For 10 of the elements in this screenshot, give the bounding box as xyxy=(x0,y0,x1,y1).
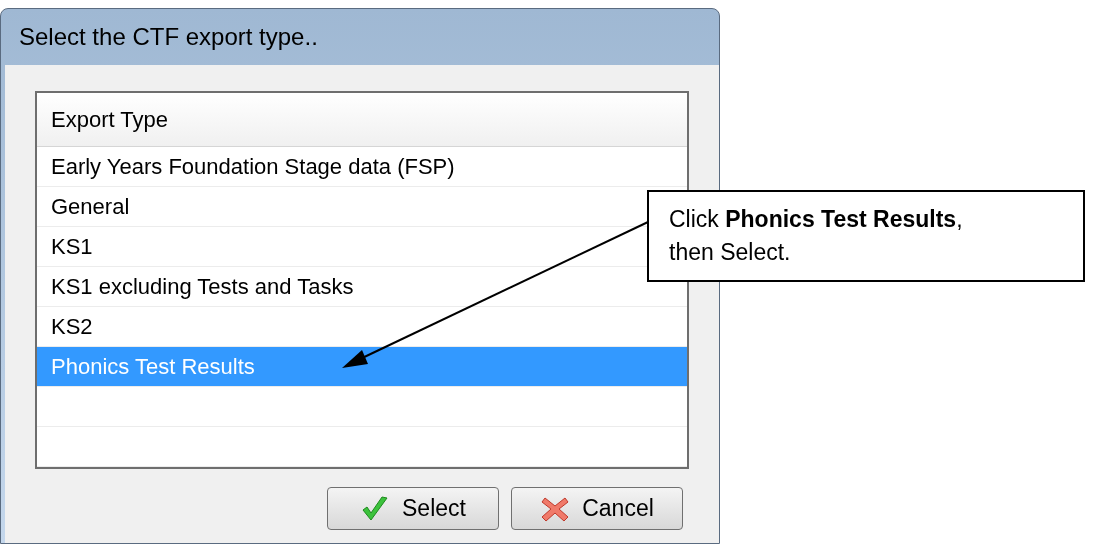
window-title: Select the CTF export type.. xyxy=(19,22,318,52)
list-item[interactable]: KS1 xyxy=(51,230,93,263)
list-item[interactable]: KS2 xyxy=(51,310,93,343)
callout-text: Click Phonics Test Results, then Select. xyxy=(669,205,963,267)
list-item[interactable]: KS1 excluding Tests and Tasks xyxy=(51,270,354,303)
column-header[interactable]: Export Type xyxy=(37,93,687,146)
list-item[interactable]: General xyxy=(51,190,130,223)
select-button[interactable]: Select xyxy=(327,487,499,530)
cancel-button[interactable]: Cancel xyxy=(511,487,683,530)
list-item[interactable]: Early Years Foundation Stage data (FSP) xyxy=(51,150,455,183)
